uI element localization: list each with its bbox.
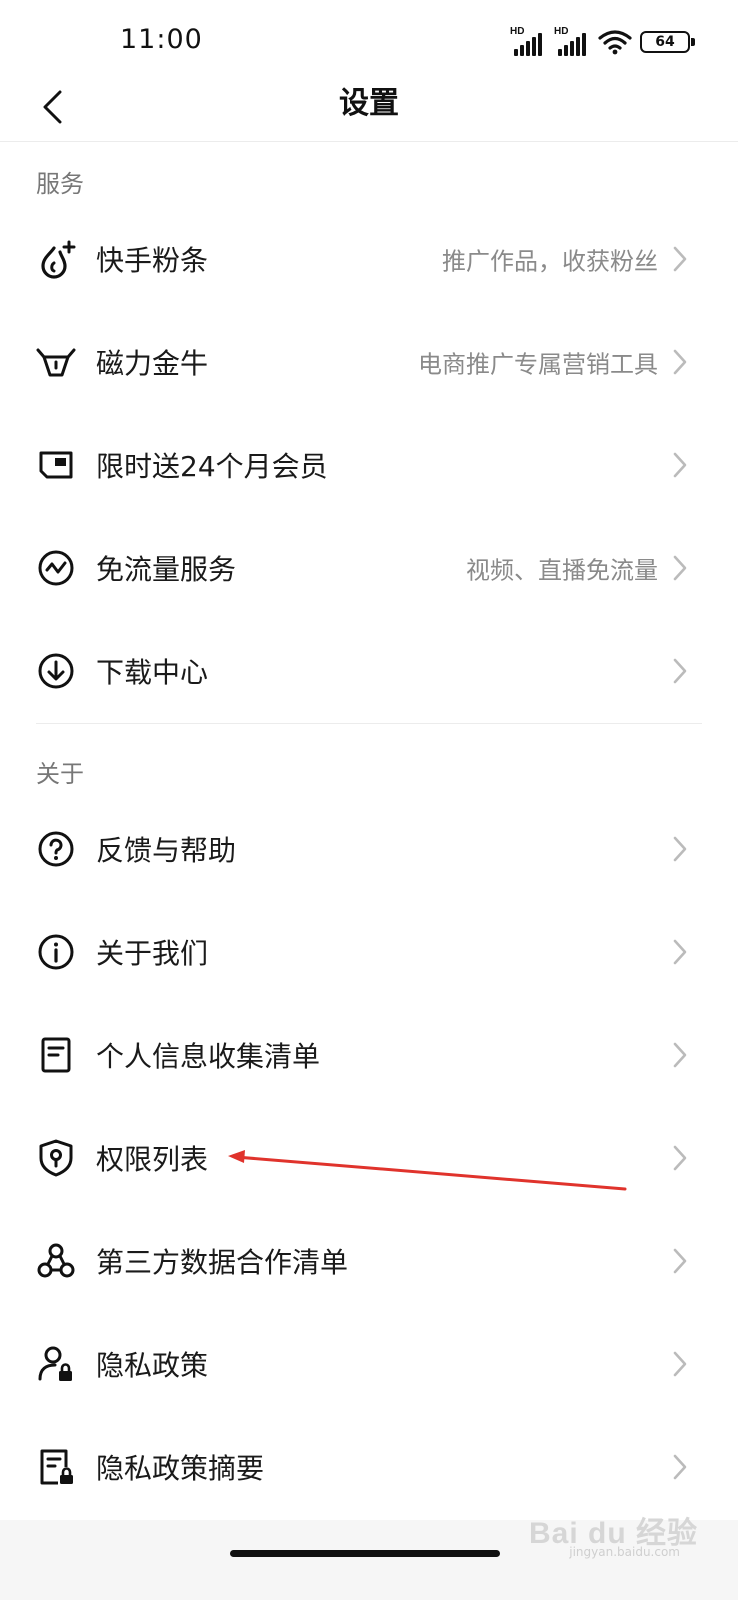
chevron-right-icon: [673, 452, 687, 478]
section-divider: [36, 723, 702, 724]
watermark-url: jingyan.baidu.com: [569, 1545, 680, 1559]
document-lock-icon: [40, 1449, 73, 1485]
list-item-label: 下载中心: [96, 656, 209, 689]
list-item-download-center[interactable]: 下载中心: [0, 619, 738, 723]
list-item-label: 隐私政策: [96, 1349, 209, 1382]
bull-icon: [36, 348, 76, 377]
chevron-right-icon: [673, 349, 687, 375]
list-item-privacy-summary[interactable]: 隐私政策摘要: [0, 1415, 738, 1519]
network-nodes-icon: [37, 1243, 75, 1278]
list-item-subtitle: 电商推广专属营销工具: [418, 350, 658, 379]
status-icons: HD HD 64: [510, 26, 695, 58]
chevron-right-icon: [673, 1145, 687, 1171]
home-indicator[interactable]: [230, 1550, 500, 1557]
ticket-icon: [39, 451, 73, 479]
page-title: 设置: [339, 86, 399, 121]
status-bar: 11:00 HD HD 64: [0, 0, 738, 84]
user-lock-icon: [38, 1346, 72, 1381]
list-item-permission-list[interactable]: 权限列表: [0, 1106, 738, 1210]
chevron-right-icon: [673, 555, 687, 581]
battery-icon: 64: [640, 31, 695, 53]
document-icon: [41, 1037, 71, 1073]
list-item-label: 权限列表: [96, 1143, 209, 1176]
list-item-label: 快手粉条: [96, 244, 209, 277]
chevron-right-icon: [673, 246, 687, 272]
download-icon: [38, 653, 74, 689]
list-item-about-us[interactable]: 关于我们: [0, 900, 738, 1004]
signal-hd-icon: HD: [510, 26, 546, 56]
status-time: 11:00: [120, 24, 203, 55]
chevron-right-icon: [673, 939, 687, 965]
list-item-label: 个人信息收集清单: [96, 1040, 321, 1073]
list-item-cili-jinniu[interactable]: 磁力金牛 电商推广专属营销工具: [0, 310, 738, 414]
list-item-membership[interactable]: 限时送24个月会员: [0, 413, 738, 517]
list-item-privacy-policy[interactable]: 隐私政策: [0, 1312, 738, 1416]
list-item-third-party-data[interactable]: 第三方数据合作清单: [0, 1209, 738, 1313]
list-item-subtitle: 视频、直播免流量: [466, 556, 658, 585]
list-item-free-data[interactable]: 免流量服务 视频、直播免流量: [0, 516, 738, 620]
list-item-label: 第三方数据合作清单: [96, 1246, 349, 1279]
info-circle-icon: [38, 934, 74, 970]
list-item-feedback-help[interactable]: 反馈与帮助: [0, 797, 738, 901]
wifi-icon: [598, 30, 632, 55]
list-item-label: 限时送24个月会员: [96, 450, 328, 483]
chevron-right-icon: [673, 836, 687, 862]
list-item-fentiao[interactable]: 快手粉条 推广作品，收获粉丝: [0, 207, 738, 311]
section-title-service: 服务: [36, 170, 84, 198]
list-item-label: 隐私政策摘要: [96, 1452, 265, 1485]
chevron-right-icon: [673, 1248, 687, 1274]
list-item-label: 反馈与帮助: [96, 834, 237, 867]
list-item-personal-info-list[interactable]: 个人信息收集清单: [0, 1003, 738, 1107]
section-title-about: 关于: [36, 760, 84, 788]
list-item-subtitle: 推广作品，收获粉丝: [442, 247, 658, 276]
shield-icon: [39, 1139, 73, 1177]
signal-hd-icon: HD: [554, 26, 590, 56]
question-circle-icon: [38, 831, 74, 867]
list-item-label: 关于我们: [96, 937, 209, 970]
nav-bar: 设置: [0, 84, 738, 142]
chevron-right-icon: [673, 658, 687, 684]
chevron-right-icon: [673, 1454, 687, 1480]
pulse-circle-icon: [38, 550, 74, 586]
list-item-label: 磁力金牛: [96, 347, 209, 380]
chevron-right-icon: [673, 1351, 687, 1377]
flame-plus-icon: [41, 240, 76, 279]
chevron-right-icon: [673, 1042, 687, 1068]
list-item-label: 免流量服务: [96, 553, 237, 586]
